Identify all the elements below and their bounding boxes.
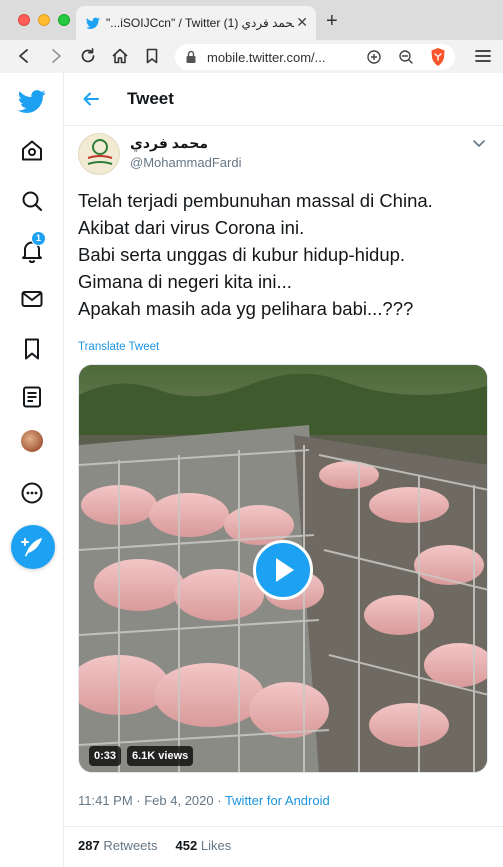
browser-tab[interactable]: "...iSOIJCcn" / Twitter (1) محمد فردي ✕ xyxy=(76,6,316,40)
zoom-in-icon[interactable] xyxy=(365,48,383,66)
divider xyxy=(64,826,503,827)
back-icon[interactable] xyxy=(14,46,34,66)
notification-badge: 1 xyxy=(31,231,46,246)
tab-title: "...iSOIJCcn" / Twitter (1) محمد فردي xyxy=(106,16,294,30)
tweet-text-line: Telah terjadi pembunuhan massal di China… xyxy=(78,190,433,211)
minimize-window-button[interactable] xyxy=(38,14,50,26)
back-arrow-icon[interactable] xyxy=(82,90,100,108)
tweet-meta: 11:41 PM · Feb 4, 2020 · Twitter for And… xyxy=(78,793,330,808)
sidebar-nav: 1 xyxy=(0,73,64,867)
zoom-out-icon[interactable] xyxy=(397,48,415,66)
chevron-down-icon[interactable] xyxy=(472,139,486,149)
twitter-favicon-icon xyxy=(86,17,100,29)
retweets-stat[interactable]: 287 Retweets xyxy=(78,838,158,853)
likes-count: 452 xyxy=(175,838,198,853)
home-icon[interactable] xyxy=(18,137,46,165)
tab-close-icon[interactable]: ✕ xyxy=(296,15,308,29)
close-window-button[interactable] xyxy=(18,14,30,26)
brave-shield-icon[interactable] xyxy=(429,47,447,67)
translate-tweet-link[interactable]: Translate Tweet xyxy=(78,341,159,353)
tab-strip: "...iSOIJCcn" / Twitter (1) محمد فردي ✕ … xyxy=(0,0,503,40)
new-tab-button[interactable]: + xyxy=(326,11,338,31)
notifications-button[interactable]: 1 xyxy=(18,231,46,265)
twitter-page: 1 Tweet محمد فردي @MohammadFardi Telah t… xyxy=(0,73,503,867)
video-duration: 0:33 xyxy=(89,746,122,766)
profile-avatar[interactable] xyxy=(21,430,43,452)
more-icon[interactable] xyxy=(18,479,46,507)
tweet-text-line: Gimana di negeri kita ini... xyxy=(78,271,292,292)
bookmarks-icon[interactable] xyxy=(18,335,46,363)
reload-icon[interactable] xyxy=(78,46,98,66)
bookmark-page-icon[interactable] xyxy=(142,46,162,66)
play-button[interactable] xyxy=(253,540,313,600)
tweet-text: Telah terjadi pembunuhan massal di China… xyxy=(78,187,496,322)
video-views: 6.1K views xyxy=(127,746,194,766)
page-title: Tweet xyxy=(127,89,174,108)
browser-menu-icon[interactable] xyxy=(474,48,492,64)
compose-tweet-button[interactable] xyxy=(11,525,55,569)
messages-icon[interactable] xyxy=(18,285,46,313)
tweet-detail: Tweet محمد فردي @MohammadFardi Telah ter… xyxy=(64,73,503,867)
tweet-video[interactable]: 0:33 6.1K views xyxy=(78,364,488,773)
page-header: Tweet xyxy=(64,73,503,126)
lock-icon xyxy=(186,50,196,63)
tweet-text-line: Akibat dari virus Corona ini. xyxy=(78,217,305,238)
avatar-emblem-icon xyxy=(87,139,113,165)
tweet-text-line: Babi serta unggas di kubur hidup-hidup. xyxy=(78,244,406,265)
twitter-logo-icon[interactable] xyxy=(18,87,46,115)
author-display-name[interactable]: محمد فردي xyxy=(130,135,208,152)
play-icon xyxy=(276,558,294,582)
lists-icon[interactable] xyxy=(18,383,46,411)
retweets-label: Retweets xyxy=(103,838,158,853)
browser-toolbar: mobile.twitter.com/... xyxy=(0,40,503,73)
compose-tweet-icon xyxy=(21,538,42,557)
tweet-text-line: Apakah masih ada yg pelihara babi...??? xyxy=(78,298,414,319)
search-icon[interactable] xyxy=(18,187,46,215)
author-avatar[interactable] xyxy=(78,133,120,175)
url-text: mobile.twitter.com/... xyxy=(207,50,326,65)
retweets-count: 287 xyxy=(78,838,100,853)
likes-stat[interactable]: 452 Likes xyxy=(176,838,232,853)
address-bar[interactable]: mobile.twitter.com/... xyxy=(175,44,455,70)
browser-chrome: "...iSOIJCcn" / Twitter (1) محمد فردي ✕ … xyxy=(0,0,503,73)
forward-icon[interactable] xyxy=(46,46,66,66)
home-page-icon[interactable] xyxy=(110,46,130,66)
maximize-window-button[interactable] xyxy=(58,14,70,26)
tweet-timestamp[interactable]: 11:41 PM · Feb 4, 2020 · xyxy=(78,793,225,808)
likes-label: Likes xyxy=(200,838,232,853)
tweet-stats: 287 Retweets 452 Likes xyxy=(78,838,231,853)
author-handle[interactable]: @MohammadFardi xyxy=(130,155,241,170)
tweet-source-link[interactable]: Twitter for Android xyxy=(225,793,330,808)
